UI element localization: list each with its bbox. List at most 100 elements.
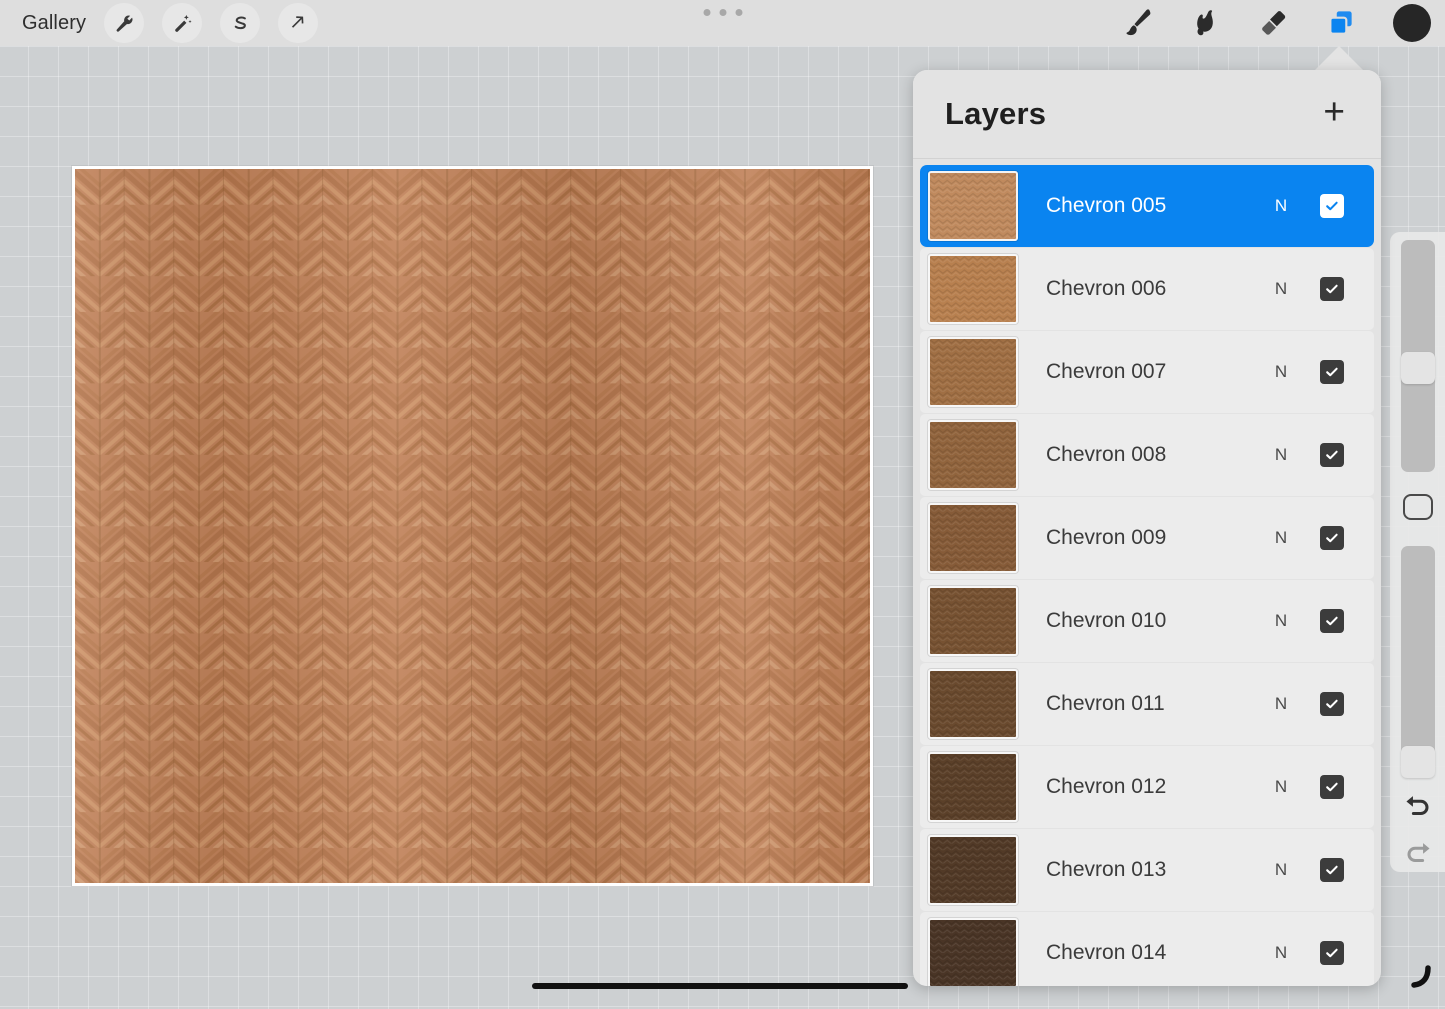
undo-arrow-icon bbox=[1405, 796, 1428, 815]
layers-panel-caret bbox=[1313, 46, 1365, 72]
paint-brush-icon[interactable] bbox=[1115, 3, 1159, 43]
selection-icon[interactable] bbox=[220, 3, 261, 43]
layer-thumbnail-image bbox=[930, 256, 1016, 322]
layer-list: Chevron 005 N Chevron 006 N Chevron 007 N Chev… bbox=[913, 159, 1381, 986]
arrow-glyph bbox=[291, 15, 303, 28]
layer-blend-mode[interactable]: N bbox=[1266, 860, 1296, 880]
stylus-cursor-icon bbox=[1401, 962, 1435, 1001]
layers-panel: Layers + Chevron 005 N Chevron 006 N Chevron… bbox=[913, 70, 1381, 986]
layer-row[interactable]: Chevron 009 N bbox=[920, 497, 1374, 579]
procreate-app: Gallery Layers + Chevron 005 N Chevron 0… bbox=[0, 0, 1445, 1009]
layer-row[interactable]: Chevron 013 N bbox=[920, 829, 1374, 911]
layer-thumbnail[interactable] bbox=[928, 669, 1018, 739]
layer-blend-mode[interactable]: N bbox=[1266, 694, 1296, 714]
layer-row[interactable]: Chevron 014 N bbox=[920, 912, 1374, 986]
layer-name: Chevron 014 bbox=[1046, 941, 1167, 964]
modify-button[interactable] bbox=[1402, 494, 1433, 520]
layer-thumbnail-image bbox=[930, 754, 1016, 820]
layer-blend-mode[interactable]: N bbox=[1266, 943, 1296, 963]
artwork-chevron-pattern bbox=[75, 169, 870, 883]
layer-visibility-checkbox[interactable] bbox=[1320, 692, 1344, 716]
top-toolbar: Gallery bbox=[0, 0, 1445, 46]
layer-name: Chevron 012 bbox=[1046, 775, 1167, 798]
layer-visibility-checkbox[interactable] bbox=[1320, 443, 1344, 467]
layers-icon[interactable] bbox=[1319, 3, 1363, 43]
smudge-finger-glyph bbox=[1197, 10, 1213, 36]
layer-row[interactable]: Chevron 010 N bbox=[920, 580, 1374, 662]
gallery-button[interactable]: Gallery bbox=[22, 12, 86, 35]
chevron-pattern-svg bbox=[75, 169, 870, 883]
stylus-glyph bbox=[1411, 965, 1431, 988]
more-menu-dots[interactable] bbox=[703, 9, 742, 16]
color-swatch[interactable] bbox=[1393, 4, 1431, 42]
layer-thumbnail-image bbox=[930, 505, 1016, 571]
layer-visibility-checkbox[interactable] bbox=[1320, 609, 1344, 633]
layer-visibility-checkbox[interactable] bbox=[1320, 858, 1344, 882]
layer-blend-mode[interactable]: N bbox=[1266, 196, 1296, 216]
layer-thumbnail[interactable] bbox=[928, 254, 1018, 324]
layer-thumbnail[interactable] bbox=[928, 918, 1018, 986]
layer-thumbnail[interactable] bbox=[928, 171, 1018, 241]
right-tool-group bbox=[1115, 0, 1431, 46]
undo-button[interactable] bbox=[1403, 794, 1433, 825]
layer-blend-mode[interactable]: N bbox=[1266, 362, 1296, 382]
layer-thumbnail-image bbox=[930, 588, 1016, 654]
layer-thumbnail[interactable] bbox=[928, 835, 1018, 905]
adjustments-wand-icon[interactable] bbox=[162, 3, 203, 43]
layer-row[interactable]: Chevron 012 N bbox=[920, 746, 1374, 828]
actions-wrench-icon[interactable] bbox=[104, 3, 145, 43]
layer-blend-mode[interactable]: N bbox=[1266, 528, 1296, 548]
layer-visibility-checkbox[interactable] bbox=[1320, 775, 1344, 799]
layer-thumbnail[interactable] bbox=[928, 586, 1018, 656]
brush-size-slider[interactable] bbox=[1400, 240, 1435, 473]
layer-visibility-checkbox[interactable] bbox=[1320, 526, 1344, 550]
layer-name: Chevron 005 bbox=[1046, 194, 1167, 217]
add-layer-button[interactable]: + bbox=[1319, 93, 1349, 136]
brush-size-handle[interactable] bbox=[1400, 352, 1435, 384]
transform-arrow-icon[interactable] bbox=[278, 3, 319, 43]
magic-wand-glyph bbox=[174, 14, 192, 32]
layer-thumbnail-image bbox=[930, 671, 1016, 737]
layer-thumbnail[interactable] bbox=[928, 752, 1018, 822]
artwork-canvas[interactable] bbox=[72, 166, 873, 886]
layer-thumbnail-image bbox=[930, 837, 1016, 903]
layer-name: Chevron 009 bbox=[1046, 526, 1167, 549]
layer-blend-mode[interactable]: N bbox=[1266, 445, 1296, 465]
layer-thumbnail-image bbox=[930, 339, 1016, 405]
page-title: Layers bbox=[945, 96, 1047, 131]
layer-blend-mode[interactable]: N bbox=[1266, 279, 1296, 299]
eraser-icon[interactable] bbox=[1251, 3, 1295, 43]
layer-visibility-checkbox[interactable] bbox=[1320, 941, 1344, 965]
layers-panel-header: Layers + bbox=[913, 70, 1381, 159]
tool-sidebar bbox=[1390, 232, 1445, 872]
layer-thumbnail[interactable] bbox=[928, 337, 1018, 407]
layer-row[interactable]: Chevron 006 N bbox=[920, 248, 1374, 330]
layer-visibility-checkbox[interactable] bbox=[1320, 360, 1344, 384]
layer-name: Chevron 007 bbox=[1046, 360, 1167, 383]
layer-thumbnail[interactable] bbox=[928, 420, 1018, 490]
redo-button[interactable] bbox=[1403, 841, 1433, 872]
s-selection-glyph bbox=[234, 15, 246, 29]
layer-thumbnail-image bbox=[930, 920, 1016, 986]
layer-name: Chevron 010 bbox=[1046, 609, 1167, 632]
layer-row[interactable]: Chevron 011 N bbox=[920, 663, 1374, 745]
smudge-icon[interactable] bbox=[1183, 3, 1227, 43]
layer-visibility-checkbox[interactable] bbox=[1320, 277, 1344, 301]
layer-row[interactable]: Chevron 005 N bbox=[920, 165, 1374, 247]
dot bbox=[719, 9, 726, 16]
layer-blend-mode[interactable]: N bbox=[1266, 777, 1296, 797]
layer-name: Chevron 008 bbox=[1046, 443, 1167, 466]
layer-thumbnail-image bbox=[930, 422, 1016, 488]
layer-visibility-checkbox[interactable] bbox=[1320, 194, 1344, 218]
layer-row[interactable]: Chevron 008 N bbox=[920, 414, 1374, 496]
brush-opacity-slider[interactable] bbox=[1400, 545, 1435, 778]
dot bbox=[735, 9, 742, 16]
brush-opacity-handle[interactable] bbox=[1400, 745, 1435, 778]
layer-blend-mode[interactable]: N bbox=[1266, 611, 1296, 631]
dot bbox=[703, 9, 710, 16]
layers-glyph bbox=[1329, 11, 1352, 35]
layer-name: Chevron 011 bbox=[1046, 692, 1165, 715]
layer-row[interactable]: Chevron 007 N bbox=[920, 331, 1374, 413]
layer-thumbnail[interactable] bbox=[928, 503, 1018, 573]
eraser-glyph bbox=[1262, 11, 1286, 35]
